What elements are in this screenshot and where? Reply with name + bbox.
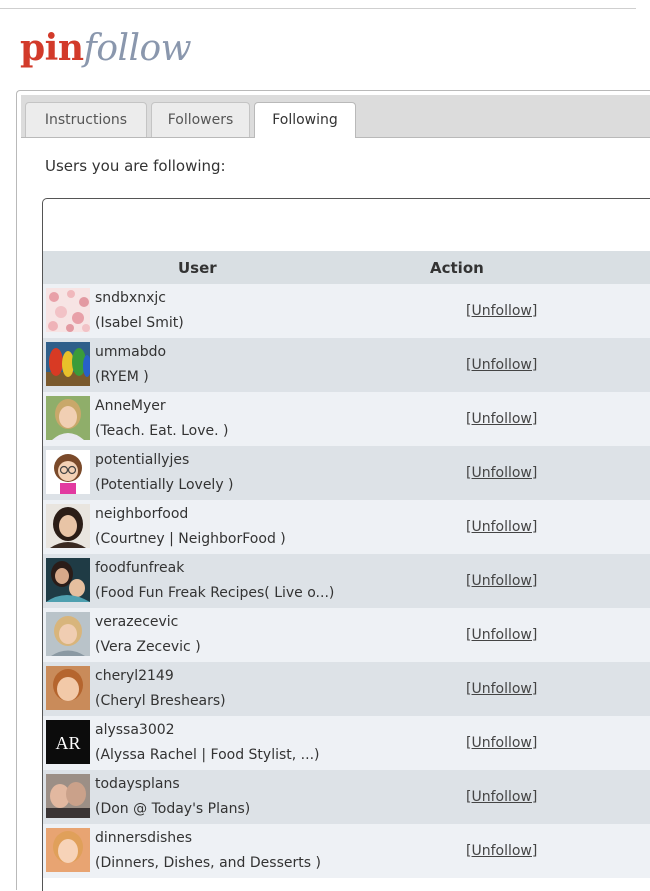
username[interactable]: ummabdo (95, 344, 166, 360)
unfollow-link[interactable]: [Unfollow] (466, 789, 537, 805)
username[interactable]: neighborfood (95, 506, 188, 522)
top-divider (0, 8, 636, 9)
full-name: (Courtney | NeighborFood ) (95, 531, 286, 547)
tab-followers[interactable]: Followers (151, 102, 250, 137)
username[interactable]: alyssa3002 (95, 722, 175, 738)
unfollow-link[interactable]: [Unfollow] (466, 411, 537, 427)
intro-text: Users you are following: (45, 157, 226, 175)
table-row: todaysplans (Don @ Today's Plans) [Unfol… (43, 770, 650, 824)
avatar (46, 342, 90, 386)
following-table: User Action sndbxnxjc (Isabel Smit) [Unf (42, 198, 650, 891)
tab-instructions[interactable]: Instructions (25, 102, 147, 137)
full-name: (Vera Zecevic ) (95, 639, 201, 655)
full-name: (Dinners, Dishes, and Desserts ) (95, 855, 321, 871)
unfollow-link[interactable]: [Unfollow] (466, 357, 537, 373)
table-row: cheryl2149 (Cheryl Breshears) [Unfollow] (43, 662, 650, 716)
avatar (46, 504, 90, 548)
username[interactable]: todaysplans (95, 776, 180, 792)
avatar (46, 828, 90, 872)
full-name: (Food Fun Freak Recipes( Live o...) (95, 585, 335, 601)
avatar (46, 396, 90, 440)
unfollow-link[interactable]: [Unfollow] (466, 573, 537, 589)
username[interactable]: sndbxnxjc (95, 290, 166, 306)
table-row: neighborfood (Courtney | NeighborFood ) … (43, 500, 650, 554)
unfollow-link[interactable]: [Unfollow] (466, 465, 537, 481)
table-body: sndbxnxjc (Isabel Smit) [Unfollow] ummab… (43, 284, 650, 878)
avatar (46, 612, 90, 656)
avatar-monogram: AR (55, 733, 80, 753)
unfollow-link[interactable]: [Unfollow] (466, 303, 537, 319)
table-row: AnneMyer (Teach. Eat. Love. ) [Unfollow] (43, 392, 650, 446)
table-row: sndbxnxjc (Isabel Smit) [Unfollow] (43, 284, 650, 338)
unfollow-link[interactable]: [Unfollow] (466, 843, 537, 859)
avatar (46, 666, 90, 710)
table-row: verazecevic (Vera Zecevic ) [Unfollow] (43, 608, 650, 662)
logo-pin: pin (20, 27, 84, 69)
full-name: (RYEM ) (95, 369, 149, 385)
unfollow-link[interactable]: [Unfollow] (466, 681, 537, 697)
unfollow-link[interactable]: [Unfollow] (466, 735, 537, 751)
header-action: Action (430, 259, 484, 277)
full-name: (Cheryl Breshears) (95, 693, 226, 709)
full-name: (Potentially Lovely ) (95, 477, 234, 493)
table-row: potentiallyjes (Potentially Lovely ) [Un… (43, 446, 650, 500)
table-row: AR alyssa3002 (Alyssa Rachel | Food Styl… (43, 716, 650, 770)
username[interactable]: cheryl2149 (95, 668, 174, 684)
table-header: User Action (43, 251, 650, 284)
avatar (46, 558, 90, 602)
avatar: AR (46, 720, 90, 764)
username[interactable]: foodfunfreak (95, 560, 184, 576)
unfollow-link[interactable]: [Unfollow] (466, 519, 537, 535)
header-user: User (178, 259, 217, 277)
full-name: (Isabel Smit) (95, 315, 184, 331)
tab-bar: Instructions Followers Following (21, 95, 650, 138)
username[interactable]: potentiallyjes (95, 452, 189, 468)
username[interactable]: verazecevic (95, 614, 178, 630)
table-row: foodfunfreak (Food Fun Freak Recipes( Li… (43, 554, 650, 608)
full-name: (Don @ Today's Plans) (95, 801, 251, 817)
table-row: dinnersdishes (Dinners, Dishes, and Dess… (43, 824, 650, 878)
avatar (46, 288, 90, 332)
tab-following[interactable]: Following (254, 102, 356, 138)
table-row: ummabdo (RYEM ) [Unfollow] (43, 338, 650, 392)
unfollow-link[interactable]: [Unfollow] (466, 627, 537, 643)
username[interactable]: dinnersdishes (95, 830, 192, 846)
full-name: (Alyssa Rachel | Food Stylist, ...) (95, 747, 320, 763)
pinfollow-logo: pinfollow (20, 26, 192, 71)
avatar (46, 450, 90, 494)
avatar (46, 774, 90, 818)
tabs-panel: Instructions Followers Following Users y… (16, 90, 650, 891)
logo-follow: follow (83, 28, 192, 69)
username[interactable]: AnneMyer (95, 398, 166, 414)
full-name: (Teach. Eat. Love. ) (95, 423, 229, 439)
